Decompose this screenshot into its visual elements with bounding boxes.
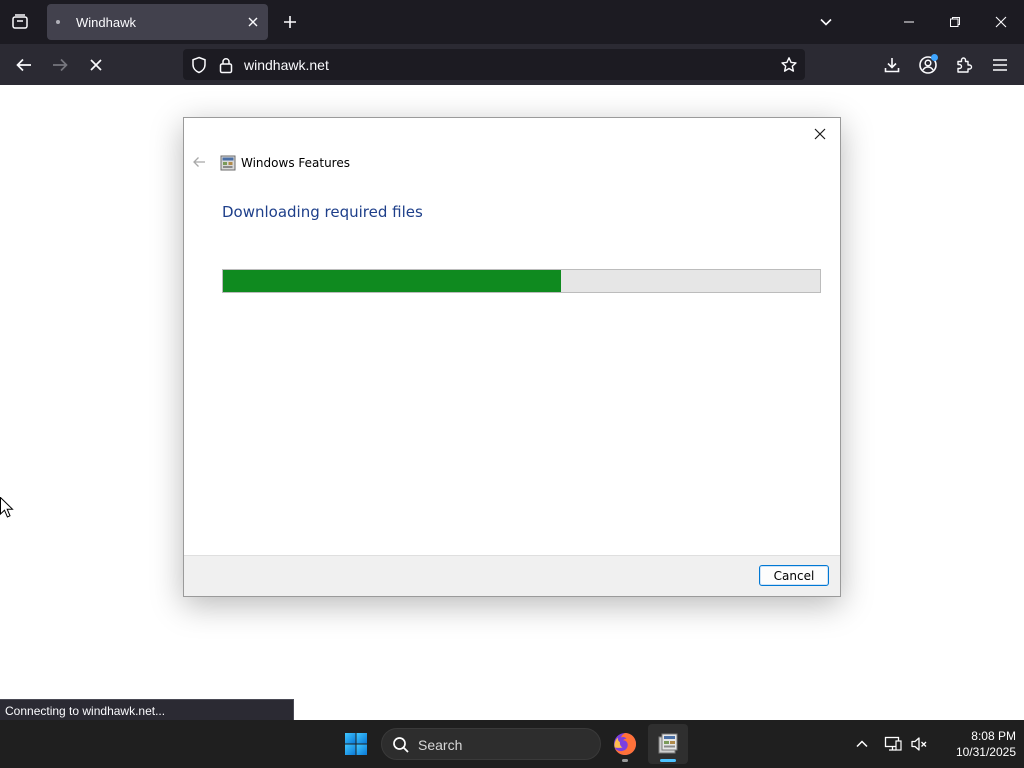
new-tab-icon[interactable] [276,8,304,36]
tracking-protection-shield-icon[interactable] [189,55,209,75]
browser-status-bar: Connecting to windhawk.net... [0,699,294,720]
clock-time: 8:08 PM [971,729,1016,743]
chevron-down-icon[interactable] [812,8,840,36]
app-running-indicator [622,759,628,762]
url-text[interactable]: windhawk.net [244,57,329,73]
network-icon[interactable] [881,732,905,756]
minimize-icon[interactable] [886,0,932,44]
volume-muted-icon[interactable] [907,732,931,756]
taskbar-search-box[interactable]: Search [381,728,601,760]
url-bar[interactable]: windhawk.net [183,49,805,80]
search-label: Search [418,737,463,753]
bookmark-star-icon[interactable] [778,54,800,76]
hamburger-menu-icon[interactable] [985,50,1015,80]
windows-features-dialog: Windows Features Downloading required fi… [183,117,841,597]
dialog-close-icon[interactable] [808,122,832,146]
extensions-puzzle-icon[interactable] [949,50,979,80]
cancel-button[interactable]: Cancel [759,565,829,586]
back-arrow-icon[interactable] [9,50,39,80]
dialog-status-heading: Downloading required files [222,203,423,221]
chevron-up-icon[interactable] [850,732,874,756]
firefox-view-icon[interactable] [6,8,34,36]
windows-start-icon[interactable] [340,728,372,760]
restore-icon[interactable] [932,0,978,44]
download-icon[interactable] [877,50,907,80]
tab-close-icon[interactable] [243,12,263,32]
dialog-footer: Cancel [184,555,840,596]
mouse-cursor-icon [0,497,14,518]
browser-nav-bar: windhawk.net [0,44,1024,85]
taskbar-firefox-icon[interactable] [605,724,645,764]
account-icon[interactable] [913,50,943,80]
search-icon [393,737,409,753]
windows-features-app-icon [220,155,236,171]
download-progress-fill [223,270,562,292]
clock-date: 10/31/2025 [955,745,1016,759]
tab-loading-icon [56,20,60,24]
tab-windhawk[interactable]: Windhawk [47,4,268,40]
browser-tab-strip: Windhawk [0,0,1024,44]
taskbar-clock[interactable]: 8:08 PM 10/31/2025 [936,728,1016,760]
taskbar-windows-features-icon[interactable] [648,724,688,764]
forward-arrow-icon[interactable] [45,50,75,80]
stop-loading-icon[interactable] [81,50,111,80]
download-progress-bar [222,269,821,293]
status-text: Connecting to windhawk.net... [5,704,166,718]
window-close-icon[interactable] [978,0,1024,44]
windows-taskbar: Search 8:08 PM 10/31/2025 [0,720,1024,768]
dialog-back-arrow-icon [190,153,208,171]
tab-title: Windhawk [76,15,136,30]
lock-icon[interactable] [216,55,236,75]
app-active-indicator [660,759,676,762]
account-notification-dot [931,54,938,61]
dialog-title: Windows Features [241,156,350,170]
